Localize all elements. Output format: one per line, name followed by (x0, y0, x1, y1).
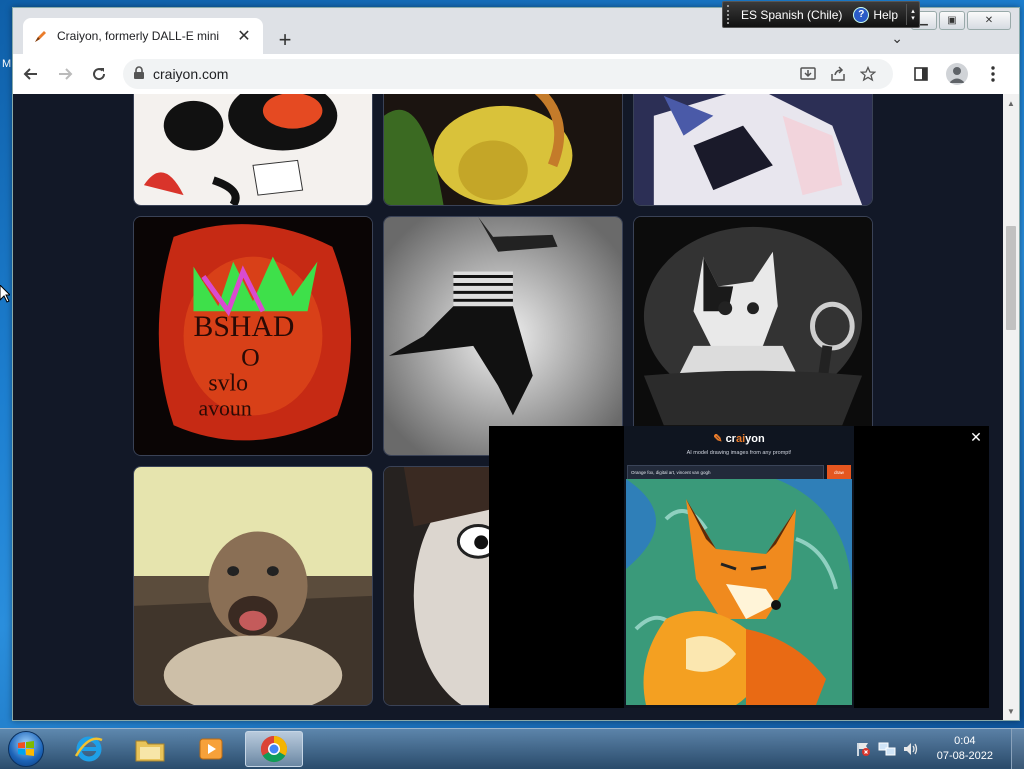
internet-explorer-icon (74, 736, 103, 762)
media-player-button[interactable] (182, 731, 240, 767)
forward-arrow-icon (59, 68, 73, 80)
craiyon-favicon-icon (33, 28, 49, 44)
svg-text:svlo: svlo (208, 371, 248, 397)
brand-accent: ai (735, 433, 746, 445)
cat-with-spoon-image (634, 217, 872, 455)
clock-date: 07-08-2022 (936, 750, 993, 762)
back-arrow-icon (23, 68, 37, 80)
dog-cartoon-image (134, 94, 372, 205)
back-button[interactable] (15, 58, 47, 90)
gallery-image-1[interactable] (133, 94, 373, 206)
mouse-cursor-icon (0, 285, 10, 303)
gallery-image-2[interactable] (383, 94, 623, 206)
help-button[interactable]: ? Help (853, 6, 898, 23)
scrollbar-thumb[interactable] (1006, 226, 1016, 330)
graffiti-text-image: BSHAD O svlo avoun (134, 217, 372, 455)
craiyon-logo: ✎ craiyon (624, 426, 854, 445)
show-desktop-button[interactable] (1011, 729, 1024, 769)
brand-prefix: cr (725, 433, 736, 445)
folder-icon (135, 740, 165, 762)
gallery-image-5[interactable] (383, 216, 623, 456)
volume-icon[interactable] (899, 737, 923, 761)
svg-text:O: O (241, 343, 260, 372)
help-icon: ? (853, 6, 870, 23)
action-center-flag-icon[interactable] (851, 737, 875, 761)
side-panel-icon[interactable] (907, 60, 935, 88)
gallery-image-3[interactable] (633, 94, 873, 206)
gallery-image-7[interactable] (133, 466, 373, 706)
url-text: craiyon.com (153, 66, 229, 82)
avatar-icon (946, 63, 968, 85)
grip-handle[interactable] (727, 5, 735, 24)
start-button[interactable] (4, 730, 48, 768)
system-clock[interactable]: 0:04 07-08-2022 (937, 734, 993, 764)
tab-search-chevron-icon[interactable]: ⌄ (891, 30, 903, 47)
language-bar-options-icon[interactable]: ▴ ▾ (906, 4, 919, 25)
yellow-figure-image (384, 94, 622, 205)
svg-text:BSHAD: BSHAD (194, 310, 295, 343)
pencil-icon: ✎ (713, 433, 723, 445)
input-language[interactable]: ES Spanish (Chile) (741, 8, 853, 22)
picture-in-picture-video[interactable]: ✕ ✎ craiyon AI model drawing images from… (489, 426, 989, 708)
reload-icon (93, 68, 106, 81)
svg-text:avoun: avoun (198, 396, 251, 420)
falling-person-image (384, 217, 622, 455)
vertical-scrollbar[interactable]: ▲ ▼ (1003, 94, 1019, 720)
fox-image (626, 479, 852, 705)
lock-icon[interactable] (133, 65, 145, 83)
share-icon[interactable] (823, 66, 853, 82)
bookmark-star-icon[interactable] (853, 66, 883, 82)
network-icon[interactable] (875, 737, 899, 761)
gallery-image-6[interactable] (633, 216, 873, 456)
blue-cartoon-image (634, 94, 872, 205)
new-tab-button[interactable]: + (271, 26, 299, 54)
brand-suffix: yon (745, 433, 765, 445)
prompt-input[interactable]: Orange fox, digital art, vincent van gog… (627, 465, 824, 480)
address-bar[interactable]: craiyon.com (123, 59, 893, 89)
help-label: Help (873, 7, 898, 22)
browser-toolbar: craiyon.com (13, 54, 1019, 94)
scroll-down-icon[interactable]: ▼ (1003, 704, 1019, 718)
page-viewport[interactable]: BSHAD O svlo avoun ✕ ✎ craiyon AI model … (13, 94, 1003, 720)
pip-craiyon-page: ✎ craiyon AI model drawing images from a… (624, 426, 854, 708)
pip-close-icon[interactable]: ✕ (967, 428, 985, 446)
forward-button[interactable] (49, 58, 81, 90)
chrome-icon (260, 735, 288, 763)
tab-title: Craiyon, formerly DALL-E mini (57, 29, 220, 43)
draw-button[interactable]: draw (827, 465, 851, 480)
gallery-image-4[interactable]: BSHAD O svlo avoun (133, 216, 373, 456)
taskbar: 0:04 07-08-2022 (0, 728, 1024, 769)
clock-time: 0:04 (954, 735, 976, 747)
chrome-taskbar-button[interactable] (245, 731, 303, 767)
language-bar[interactable]: ES Spanish (Chile) ? Help ▴ ▾ (722, 1, 920, 28)
reload-button[interactable] (83, 58, 115, 90)
dog-on-field-image (134, 467, 372, 705)
toolbar-right (907, 60, 1007, 88)
menu-kebab-icon[interactable] (979, 60, 1007, 88)
internet-explorer-button[interactable] (60, 731, 118, 767)
desktop-icon-label: M (2, 58, 12, 70)
install-app-icon[interactable] (793, 66, 823, 82)
file-explorer-button[interactable] (121, 731, 179, 767)
media-player-icon (199, 738, 223, 760)
browser-window: ▁ ▣ ✕ Craiyon, formerly DALL-E mini ✕ + … (12, 7, 1020, 721)
system-tray: 0:04 07-08-2022 (851, 729, 1024, 769)
prompt-row: Orange fox, digital art, vincent van gog… (627, 465, 851, 480)
tab-craiyon[interactable]: Craiyon, formerly DALL-E mini ✕ (23, 18, 263, 54)
scroll-up-icon[interactable]: ▲ (1003, 96, 1019, 110)
windows-logo-icon (8, 731, 44, 767)
tagline: AI model drawing images from any prompt! (686, 450, 792, 456)
close-tab-icon[interactable]: ✕ (235, 27, 253, 45)
profile-button[interactable] (943, 60, 971, 88)
